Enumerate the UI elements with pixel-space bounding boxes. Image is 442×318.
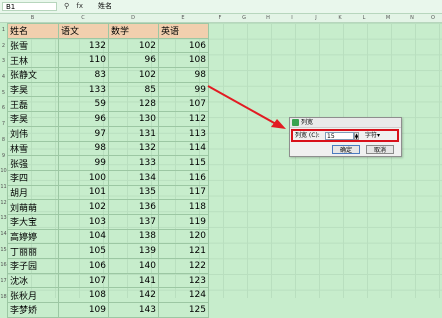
score-cell[interactable]: 109: [58, 302, 109, 318]
width-input[interactable]: 15: [325, 132, 354, 140]
column-width-dialog: 列宽 列宽 (C): 15 ▲ ▼ 字符▾ 确定 取消: [289, 117, 402, 157]
spinner-icon[interactable]: ▲ ▼: [354, 132, 359, 140]
ok-button[interactable]: 确定: [332, 145, 360, 154]
score-cell[interactable]: 143: [108, 302, 159, 318]
unit-select[interactable]: 字符▾: [365, 132, 380, 140]
table-row: 李梦娇 109 143 125: [7, 302, 209, 318]
name-cell[interactable]: 李梦娇: [7, 302, 59, 318]
dialog-title: 列宽: [290, 118, 401, 128]
app-icon: [292, 119, 299, 126]
width-label: 列宽 (C):: [295, 132, 320, 139]
cancel-button[interactable]: 取消: [366, 145, 394, 154]
score-cell[interactable]: 125: [158, 302, 209, 318]
highlighted-input-row: 列宽 (C): 15 ▲ ▼ 字符▾: [291, 129, 399, 142]
